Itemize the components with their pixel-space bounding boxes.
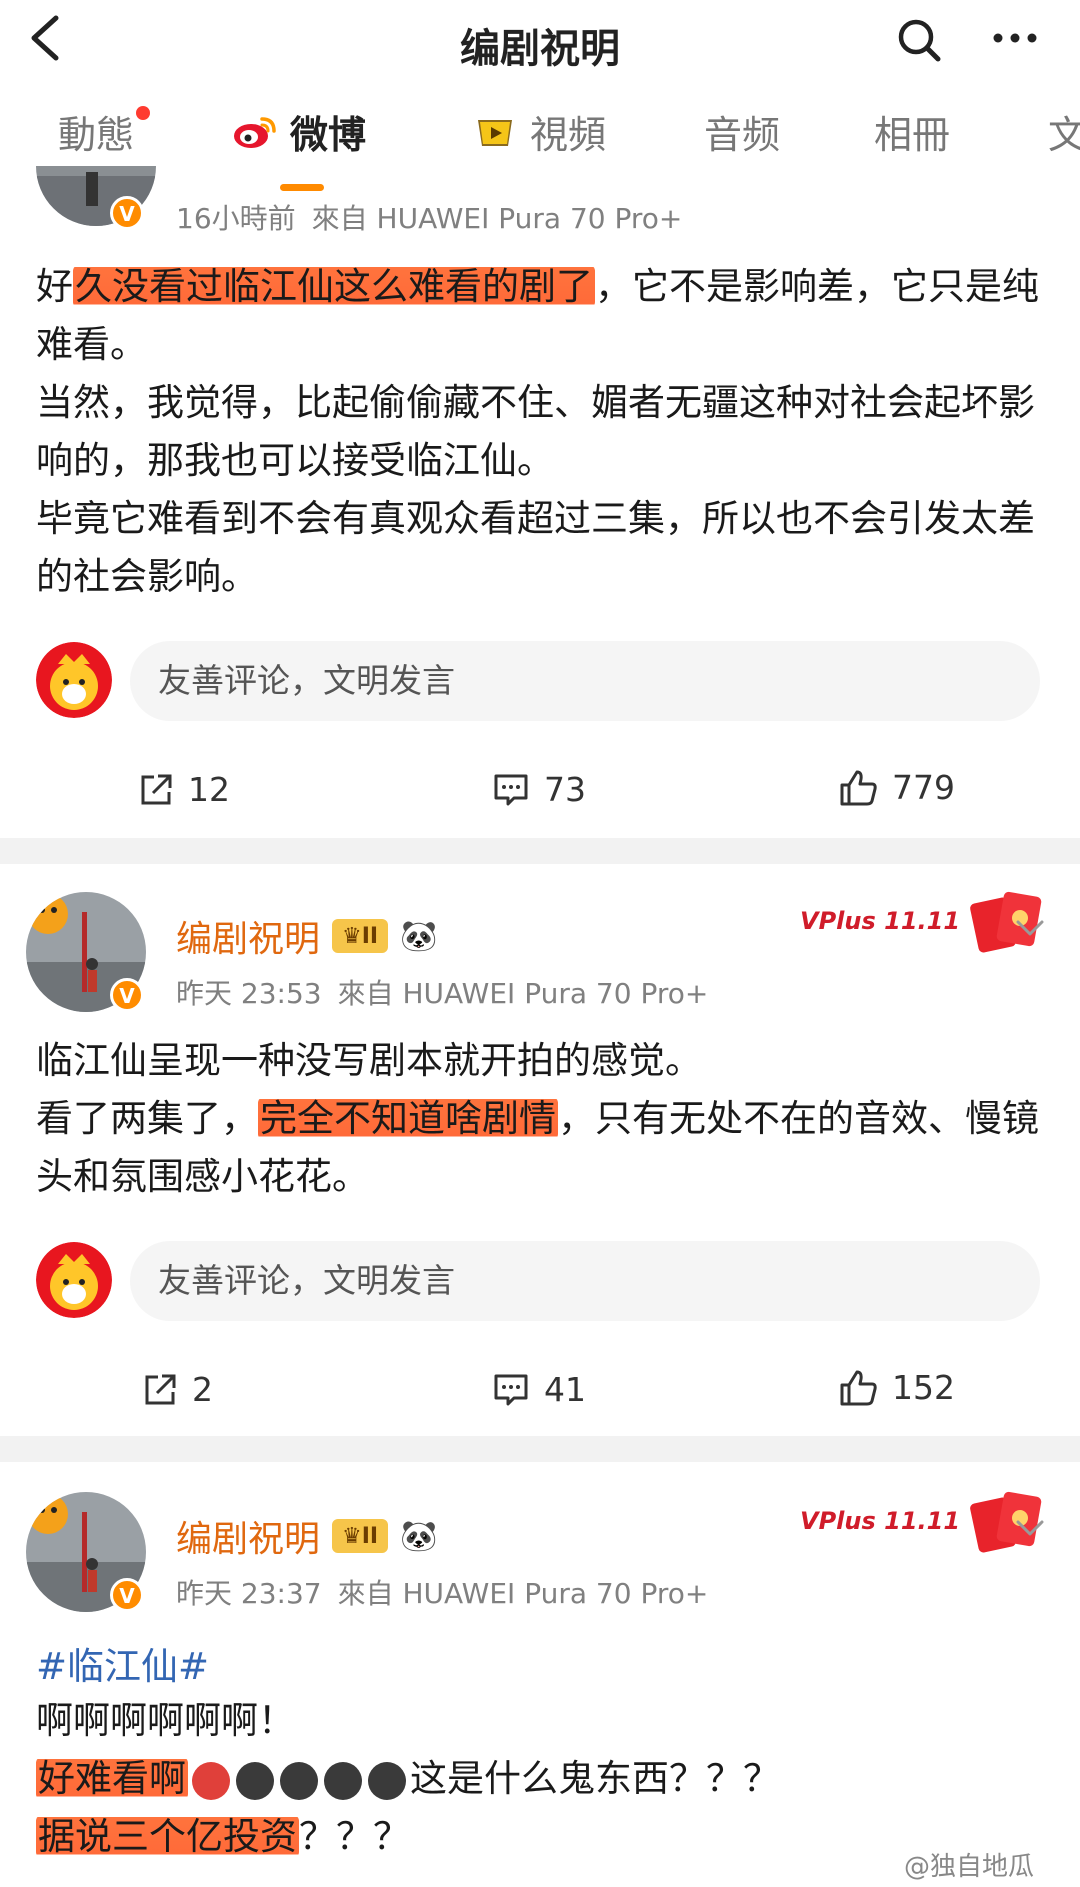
username[interactable]: 编剧祝明 — [176, 1510, 320, 1562]
tab-albums[interactable]: 相冊 — [874, 104, 950, 159]
member-level-badge: ♛ II — [332, 1519, 389, 1553]
post-text: 好 — [36, 265, 73, 308]
post-body: 临江仙呈现一种没写剧本就开拍的感觉。 看了两集了，完全不知道啥剧情，只有无处不在… — [36, 1032, 1046, 1206]
chevron-down-icon[interactable] — [1010, 912, 1050, 942]
post-separator — [0, 838, 1080, 864]
like-count: 152 — [892, 1368, 955, 1407]
my-avatar — [36, 1242, 112, 1318]
post-meta: 昨天 23:37 來自 HUAWEI Pura 70 Pro+ — [176, 1572, 708, 1612]
notification-dot — [136, 106, 150, 120]
highlighted-text: 完全不知道啥剧情 — [258, 1097, 558, 1140]
chevron-down-icon[interactable] — [1010, 1512, 1050, 1542]
comment-icon — [494, 1374, 528, 1405]
highlighted-text: 久没看过临江仙这么难看的剧了 — [73, 265, 595, 308]
like-button[interactable]: 152 — [838, 1368, 955, 1407]
comment-button[interactable]: 73 — [492, 770, 586, 809]
tab-label: 視頻 — [530, 113, 607, 157]
post-time: 16小時前 — [176, 202, 296, 235]
comment-count: 41 — [544, 1370, 586, 1409]
tiger-avatar-icon — [36, 642, 112, 718]
post-meta: 16小時前 來自 HUAWEI Pura 70 Pro+ — [176, 197, 682, 237]
tab-label: 動態 — [58, 113, 135, 157]
post-source: 來自 HUAWEI Pura 70 Pro+ — [311, 202, 683, 235]
tab-articles[interactable]: 文 — [1048, 104, 1080, 159]
post-body: 好久没看过临江仙这么难看的剧了，它不是影响差，它只是纯难看。 当然，我觉得，比起… — [36, 258, 1046, 606]
repost-icon — [141, 774, 172, 804]
post-text: 看了两集了， — [36, 1097, 258, 1140]
tab-weibo[interactable]: 微博 — [232, 104, 366, 159]
comment-input[interactable]: 友善评论，文明发言 — [130, 641, 1040, 721]
my-avatar — [36, 642, 112, 718]
tab-audio[interactable]: 音频 — [704, 104, 780, 159]
highlighted-text: 好难看啊 — [36, 1757, 188, 1800]
post-paragraph: 毕竟它难看到不会有真观众看超过三集，所以也不会引发太差的社会影响。 — [36, 497, 1035, 598]
user-row: 编剧祝明 ♛ II 🐼 — [176, 910, 437, 962]
tiger-avatar-icon — [36, 1242, 112, 1318]
crying-face-emoji-icon — [368, 1761, 406, 1800]
comment-icon — [494, 774, 528, 805]
vplus-label: VPlus 11.11 — [800, 1507, 961, 1535]
member-level-badge: ♛ II — [332, 919, 389, 953]
thumbs-up-icon — [840, 770, 877, 805]
tab-label: 文 — [1048, 113, 1080, 157]
top-bar: 编剧祝明 — [0, 0, 1080, 82]
highlighted-text: 据说三个亿投资 — [36, 1815, 299, 1858]
tab-dynamics[interactable]: 動態 — [58, 104, 134, 159]
comment-input[interactable]: 友善评论，文明发言 — [130, 1241, 1040, 1321]
post-text: 这是什么鬼东西？？？ — [410, 1757, 780, 1800]
badge-level: II — [361, 923, 379, 949]
post-source: 來自 HUAWEI Pura 70 Pro+ — [337, 1577, 709, 1610]
tab-label: 相冊 — [874, 113, 951, 157]
vplus-label: VPlus 11.11 — [800, 907, 961, 935]
comment-count: 73 — [544, 770, 586, 809]
tab-label: 音频 — [704, 113, 781, 157]
badge-level: II — [361, 1523, 379, 1549]
repost-count: 2 — [192, 1370, 213, 1409]
like-count: 779 — [892, 768, 955, 807]
repost-count: 12 — [188, 770, 230, 809]
video-channel-icon — [478, 119, 512, 146]
like-button[interactable]: 779 — [838, 768, 955, 807]
panda-icon: 🐼 — [400, 918, 438, 954]
comment-button[interactable]: 41 — [492, 1370, 586, 1409]
watermark: @独自地瓜 — [904, 1852, 1035, 1882]
active-tab-indicator — [280, 184, 324, 191]
post-time: 昨天 23:37 — [176, 1577, 322, 1610]
verified-badge-icon: V — [110, 196, 144, 230]
thumbs-up-icon — [840, 1370, 877, 1405]
verified-badge-icon: V — [110, 978, 144, 1012]
crying-face-emoji-icon — [324, 1761, 362, 1800]
weibo-logo-icon — [234, 116, 276, 148]
post-text: 临江仙呈现一种没写剧本就开拍的感觉。 — [36, 1039, 702, 1082]
repost-button[interactable]: 12 — [138, 770, 230, 809]
repost-button[interactable]: 2 — [142, 1370, 213, 1409]
post-text: ？？？ — [299, 1815, 410, 1858]
username[interactable]: 编剧祝明 — [176, 910, 320, 962]
post-paragraph: 当然，我觉得，比起偷偷藏不住、媚者无疆这种对社会起坏影响的，那我也可以接受临江仙… — [36, 381, 1035, 482]
panda-icon: 🐼 — [400, 1518, 438, 1554]
repost-icon — [145, 1374, 176, 1404]
more-icon[interactable] — [990, 18, 1040, 58]
tab-videos[interactable]: 視頻 — [472, 104, 606, 159]
search-icon[interactable] — [895, 16, 943, 64]
angry-face-emoji-icon — [192, 1761, 230, 1800]
crying-face-emoji-icon — [280, 1761, 318, 1800]
post-time: 昨天 23:53 — [176, 977, 322, 1010]
post-text: 啊啊啊啊啊啊！ — [36, 1699, 295, 1742]
emoji-row — [192, 1761, 406, 1800]
crying-face-emoji-icon — [236, 1761, 274, 1800]
hashtag-link[interactable]: #临江仙# — [36, 1636, 209, 1690]
post-body: 啊啊啊啊啊啊！ 好难看啊 这是什么鬼东西？？？ 据说三个亿投资？？？ — [36, 1692, 1046, 1866]
profile-tabs: 動態 微博 視頻 音频 相冊 文 — [0, 104, 1080, 196]
user-row: 编剧祝明 ♛ II 🐼 — [176, 1510, 437, 1562]
post-separator — [0, 1436, 1080, 1462]
post-source: 來自 HUAWEI Pura 70 Pro+ — [337, 977, 709, 1010]
tab-label: 微博 — [290, 113, 367, 157]
post-meta: 昨天 23:53 來自 HUAWEI Pura 70 Pro+ — [176, 972, 708, 1012]
verified-badge-icon: V — [110, 1578, 144, 1612]
